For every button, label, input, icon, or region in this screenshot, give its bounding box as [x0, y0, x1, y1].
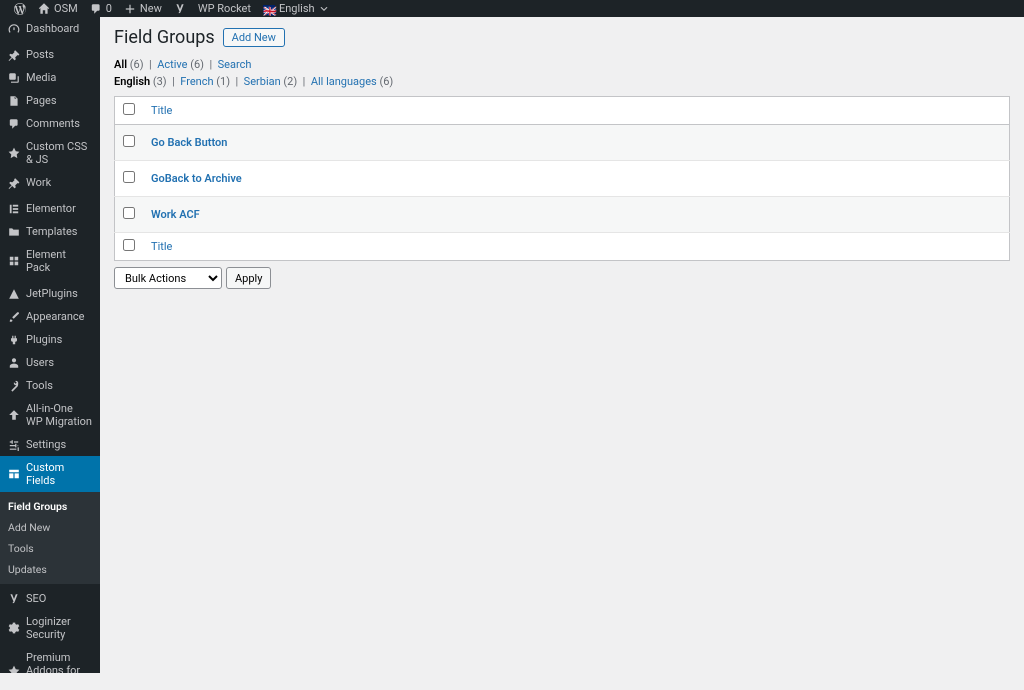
language-switcher[interactable]: 🇬🇧 English	[257, 2, 335, 15]
select-all-checkbox-bottom[interactable]	[123, 239, 135, 251]
table-row: Go Back Button	[115, 125, 1010, 161]
page-icon	[8, 95, 20, 107]
elementor-icon	[8, 203, 20, 215]
sidebar-item-elementor[interactable]: Elementor	[0, 197, 100, 220]
sidebar-item-aio-migration[interactable]: All-in-One WP Migration	[0, 397, 100, 433]
sidebar-item-custom-fields[interactable]: Custom Fields	[0, 456, 100, 492]
new-label: New	[140, 2, 162, 15]
page-header: Field Groups Add New	[114, 27, 1010, 48]
bulk-apply-button[interactable]: Apply	[226, 267, 271, 289]
yoast-icon	[8, 593, 20, 605]
sidebar-item-plugins[interactable]: Plugins	[0, 328, 100, 351]
lang-english[interactable]: English	[114, 75, 150, 88]
brush-icon	[8, 311, 20, 323]
sidebar-item-jetplugins[interactable]: JetPlugins	[0, 282, 100, 305]
table-row: GoBack to Archive	[115, 161, 1010, 197]
home-icon	[38, 3, 50, 15]
comments-icon	[8, 118, 20, 130]
bulk-action-select[interactable]: Bulk Actions	[114, 267, 222, 289]
filter-search[interactable]: Search	[218, 58, 252, 71]
lang-all[interactable]: All languages	[311, 75, 377, 88]
folder-icon	[8, 226, 20, 238]
sidebar-item-settings[interactable]: Settings	[0, 433, 100, 456]
filter-all[interactable]: All	[114, 58, 127, 71]
sidebar-item-media[interactable]: Media	[0, 66, 100, 89]
sidebar-item-seo[interactable]: SEO	[0, 587, 100, 610]
language-filter: English (3) | French (1) | Serbian (2) |…	[114, 75, 1010, 88]
sidebar-item-dashboard[interactable]: Dashboard	[0, 17, 100, 40]
row-checkbox[interactable]	[123, 135, 135, 147]
sidebar-item-custom-css-js[interactable]: Custom CSS & JS	[0, 135, 100, 171]
comments-bubble[interactable]: 0	[84, 2, 118, 15]
sidebar-item-pages[interactable]: Pages	[0, 89, 100, 112]
plus-icon	[124, 3, 136, 15]
wrench-icon	[8, 380, 20, 392]
sliders-icon	[8, 439, 20, 451]
field-groups-table: Title Go Back Button GoBack to Archive W…	[114, 96, 1010, 261]
pin-icon	[8, 177, 20, 189]
sidebar-item-loginizer[interactable]: Loginizer Security	[0, 610, 100, 646]
row-title-link[interactable]: Work ACF	[151, 208, 200, 221]
sidebar-item-templates[interactable]: Templates	[0, 220, 100, 243]
sidebar-item-posts[interactable]: Posts	[0, 43, 100, 66]
sidebar-item-users[interactable]: Users	[0, 351, 100, 374]
grid-icon	[8, 255, 20, 267]
select-all-checkbox-top[interactable]	[123, 103, 135, 115]
yoast-item[interactable]	[168, 3, 192, 15]
wp-logo[interactable]	[8, 3, 32, 15]
sidebar-item-comments[interactable]: Comments	[0, 112, 100, 135]
column-title-sort-bottom[interactable]: Title	[151, 240, 172, 253]
sidebar-item-tools[interactable]: Tools	[0, 374, 100, 397]
pin-icon	[8, 49, 20, 61]
submenu-add-new[interactable]: Add New	[0, 517, 100, 538]
comments-count: 0	[106, 2, 112, 15]
sidebar-item-element-pack[interactable]: Element Pack	[0, 243, 100, 279]
users-icon	[8, 357, 20, 369]
custom-fields-submenu: Field Groups Add New Tools Updates	[0, 492, 100, 584]
comment-icon	[90, 3, 102, 15]
row-title-link[interactable]: Go Back Button	[151, 136, 227, 149]
site-name-label: OSM	[54, 2, 78, 15]
admin-bar: OSM 0 New WP Rocket 🇬🇧 English	[0, 0, 1024, 17]
row-title-link[interactable]: GoBack to Archive	[151, 172, 242, 185]
addon-icon	[8, 665, 20, 674]
jet-icon	[8, 288, 20, 300]
site-name[interactable]: OSM	[32, 2, 84, 15]
status-filter: All (6) | Active (6) | Search	[114, 58, 1010, 71]
uk-flag-icon: 🇬🇧	[263, 5, 275, 13]
migrate-icon	[8, 409, 20, 421]
new-content[interactable]: New	[118, 2, 168, 15]
acf-icon	[8, 468, 20, 480]
lang-serbian[interactable]: Serbian	[244, 75, 281, 88]
gear-icon	[8, 622, 20, 634]
add-new-button[interactable]: Add New	[223, 28, 285, 47]
chevron-down-icon	[319, 4, 329, 14]
dashboard-icon	[8, 23, 20, 35]
column-title-sort[interactable]: Title	[151, 104, 172, 117]
submenu-updates[interactable]: Updates	[0, 559, 100, 580]
admin-sidebar: Dashboard Posts Media Pages Comments Cus…	[0, 17, 100, 673]
row-checkbox[interactable]	[123, 207, 135, 219]
sidebar-item-appearance[interactable]: Appearance	[0, 305, 100, 328]
yoast-icon	[174, 3, 186, 15]
table-row: Work ACF	[115, 197, 1010, 233]
wp-rocket-label: WP Rocket	[198, 2, 251, 15]
lang-french[interactable]: French	[180, 75, 213, 88]
submenu-field-groups[interactable]: Field Groups	[0, 496, 100, 517]
filter-active[interactable]: Active	[157, 58, 187, 71]
media-icon	[8, 72, 20, 84]
sidebar-item-premium-addons[interactable]: Premium Addons for Elementor	[0, 646, 100, 673]
page-title: Field Groups	[114, 27, 215, 48]
wordpress-icon	[14, 3, 26, 15]
sidebar-item-work[interactable]: Work	[0, 171, 100, 194]
language-label: English	[279, 2, 315, 15]
star-icon	[8, 147, 20, 159]
main-content: Field Groups Add New All (6) | Active (6…	[100, 17, 1024, 299]
wp-rocket-item[interactable]: WP Rocket	[192, 2, 257, 15]
row-checkbox[interactable]	[123, 171, 135, 183]
tablenav-bottom: Bulk Actions Apply	[114, 267, 1010, 289]
submenu-tools[interactable]: Tools	[0, 538, 100, 559]
plug-icon	[8, 334, 20, 346]
